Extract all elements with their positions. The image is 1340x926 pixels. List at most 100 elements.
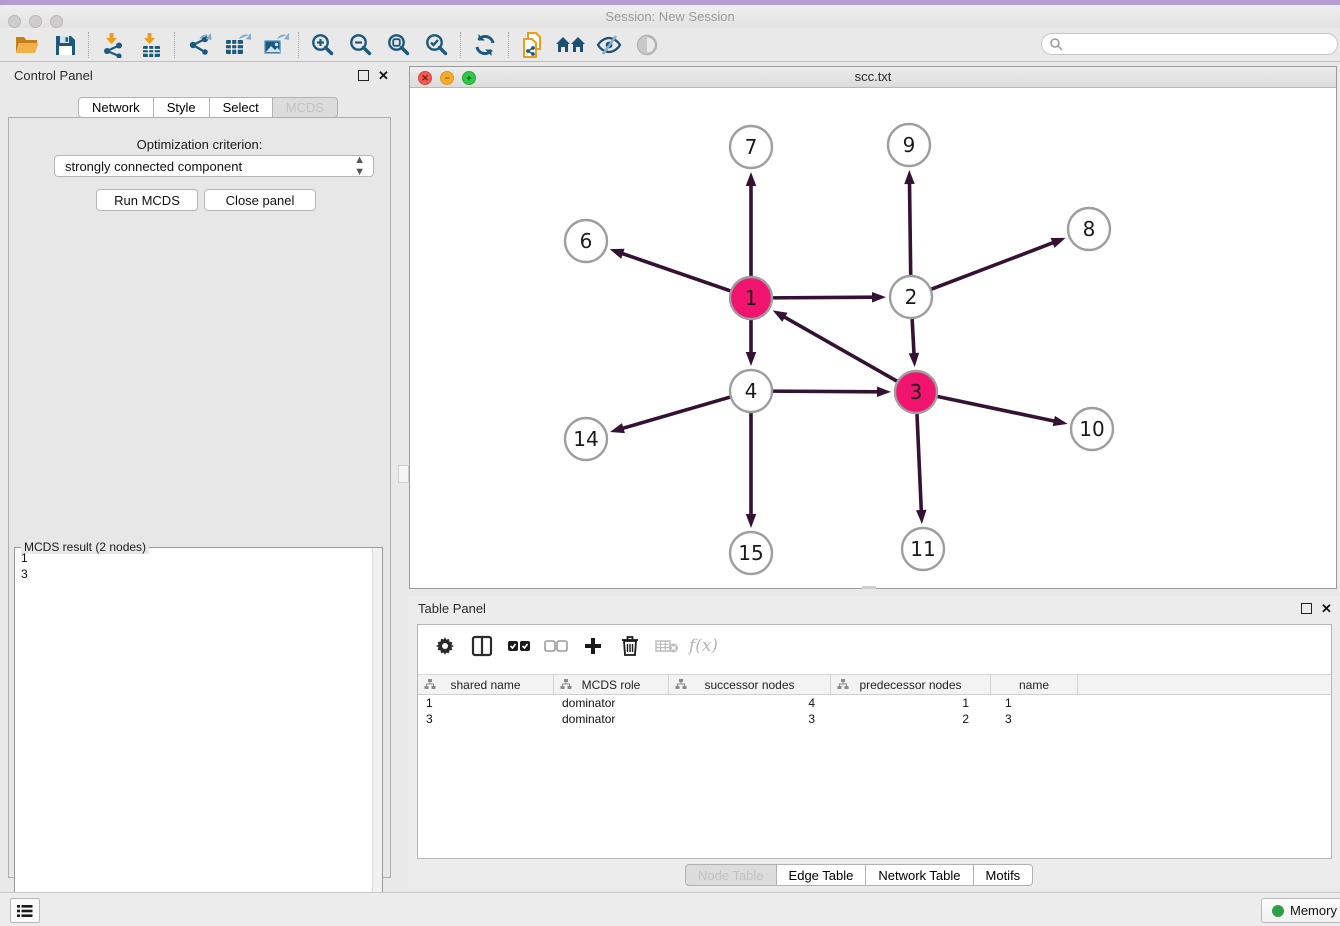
- dropdown-stepper-icon: ▲▼: [354, 154, 365, 178]
- graph-edge-2-9[interactable]: [909, 181, 910, 278]
- graph-edge-1-2[interactable]: [770, 297, 875, 298]
- mcds-result-text[interactable]: 1 3: [17, 550, 28, 582]
- table-row[interactable]: 3 dominator 3 2 3: [418, 711, 1331, 727]
- export-network-icon: [186, 32, 213, 58]
- graph-node-label: 4: [745, 379, 758, 403]
- zoom-selected-icon: [424, 32, 450, 58]
- status-bar: Memory: [0, 892, 1340, 926]
- column-header-mcds-role[interactable]: MCDS role: [554, 675, 669, 694]
- export-table-button[interactable]: [218, 30, 256, 60]
- column-header-predecessor-nodes[interactable]: predecessor nodes: [831, 675, 991, 694]
- graph-edge-3-1[interactable]: [782, 316, 899, 383]
- hide-selected-button[interactable]: [590, 30, 628, 60]
- graph-edge-1-6[interactable]: [620, 253, 733, 292]
- graph-edge-2-8[interactable]: [929, 242, 1056, 290]
- import-network-icon: [100, 32, 126, 58]
- column-header-successor-nodes[interactable]: successor nodes: [669, 675, 831, 694]
- graph-node-label: 10: [1079, 417, 1104, 441]
- tab-motifs[interactable]: Motifs: [974, 864, 1034, 886]
- save-session-button[interactable]: [46, 30, 84, 60]
- graph-edge-arrowhead: [610, 249, 625, 259]
- open-session-button[interactable]: [8, 30, 46, 60]
- refresh-layout-button[interactable]: [466, 30, 504, 60]
- add-row-button[interactable]: [574, 633, 611, 659]
- maximize-network-icon[interactable]: +: [462, 71, 476, 85]
- criterion-dropdown[interactable]: strongly connected component ▲▼: [54, 155, 374, 177]
- result-scrollbar[interactable]: [372, 548, 382, 923]
- graph-edge-arrowhead: [1053, 416, 1068, 426]
- zoom-selected-button[interactable]: [418, 30, 456, 60]
- search-field[interactable]: [1041, 33, 1338, 55]
- graph-edge-3-10[interactable]: [935, 396, 1057, 422]
- maximize-window-icon[interactable]: [50, 15, 63, 28]
- export-image-button[interactable]: [256, 30, 294, 60]
- tab-select[interactable]: Select: [210, 97, 273, 118]
- column-header-shared-name[interactable]: shared name: [418, 675, 554, 694]
- zoom-fit-button[interactable]: [380, 30, 418, 60]
- delete-column-button-disabled: [648, 633, 685, 659]
- zoom-in-icon: [310, 32, 336, 58]
- cell-shared-name: 3: [418, 712, 554, 726]
- close-panel-icon[interactable]: ✕: [378, 70, 389, 81]
- run-mcds-button[interactable]: Run MCDS: [96, 189, 198, 211]
- fx-icon: f(x): [689, 636, 718, 656]
- list-icon: [17, 904, 33, 918]
- close-window-icon[interactable]: [8, 15, 21, 28]
- show-all-button[interactable]: [628, 30, 666, 60]
- delete-column-icon: [655, 638, 679, 654]
- tab-network-table[interactable]: Network Table: [866, 864, 973, 886]
- table-row[interactable]: 1 dominator 4 1 1: [418, 695, 1331, 711]
- zoom-out-button[interactable]: [342, 30, 380, 60]
- toolbar-separator: [88, 32, 90, 58]
- tab-edge-table[interactable]: Edge Table: [777, 864, 867, 886]
- insert-column-button[interactable]: [463, 633, 500, 659]
- minimize-window-icon[interactable]: [29, 15, 42, 28]
- import-table-button[interactable]: [132, 30, 170, 60]
- neighbors-button[interactable]: [552, 30, 590, 60]
- close-panel-icon[interactable]: ✕: [1321, 603, 1332, 614]
- float-panel-icon[interactable]: [1301, 603, 1312, 614]
- zoom-in-button[interactable]: [304, 30, 342, 60]
- graph-edge-3-11[interactable]: [917, 411, 922, 513]
- automation-panel-button[interactable]: [10, 898, 40, 923]
- graph-edge-arrowhead: [746, 514, 757, 528]
- close-network-icon[interactable]: ✕: [418, 71, 432, 85]
- zoom-fit-icon: [386, 32, 412, 58]
- delete-row-button[interactable]: [611, 633, 648, 659]
- graph-edge-4-14[interactable]: [621, 396, 733, 429]
- import-network-button[interactable]: [94, 30, 132, 60]
- window-controls: [8, 15, 63, 28]
- table-panel: Table Panel ✕: [408, 596, 1340, 888]
- column-label: name: [1019, 678, 1049, 692]
- network-graph-svg[interactable]: 7968124314101511: [410, 88, 1336, 588]
- node-table-container: f(x) shared name MCDS role successor: [417, 624, 1332, 859]
- memory-button[interactable]: Memory: [1261, 898, 1340, 923]
- select-all-button[interactable]: [500, 633, 537, 659]
- tab-network[interactable]: Network: [78, 97, 154, 118]
- table-settings-button[interactable]: [426, 633, 463, 659]
- tab-node-table[interactable]: Node Table: [685, 864, 777, 886]
- column-header-name[interactable]: name: [991, 675, 1078, 694]
- canvas-resize-grip[interactable]: [862, 586, 876, 589]
- deselect-all-button[interactable]: [537, 633, 574, 659]
- graph-edge-2-3[interactable]: [912, 316, 914, 356]
- tab-mcds[interactable]: MCDS: [273, 97, 338, 118]
- graph-edge-arrowhead: [904, 170, 914, 184]
- column-label: successor nodes: [704, 678, 794, 692]
- gear-icon: [435, 636, 455, 656]
- float-panel-icon[interactable]: [358, 70, 369, 81]
- minimize-network-icon[interactable]: −: [440, 71, 454, 85]
- duplicate-network-button[interactable]: [514, 30, 552, 60]
- panel-splitter-handle[interactable]: [398, 465, 409, 483]
- close-panel-button[interactable]: Close panel: [204, 189, 316, 211]
- cell-name: 1: [991, 696, 1078, 710]
- graph-edge-arrowhead: [916, 510, 926, 524]
- graph-edge-4-3[interactable]: [770, 391, 880, 392]
- result-line: 3: [21, 566, 28, 582]
- network-window-titlebar[interactable]: ✕ − + scc.txt: [410, 67, 1336, 88]
- hierarchy-icon: [837, 678, 849, 690]
- graph-node-label: 7: [745, 135, 758, 159]
- export-network-button[interactable]: [180, 30, 218, 60]
- export-table-icon: [223, 32, 251, 58]
- tab-style[interactable]: Style: [154, 97, 210, 118]
